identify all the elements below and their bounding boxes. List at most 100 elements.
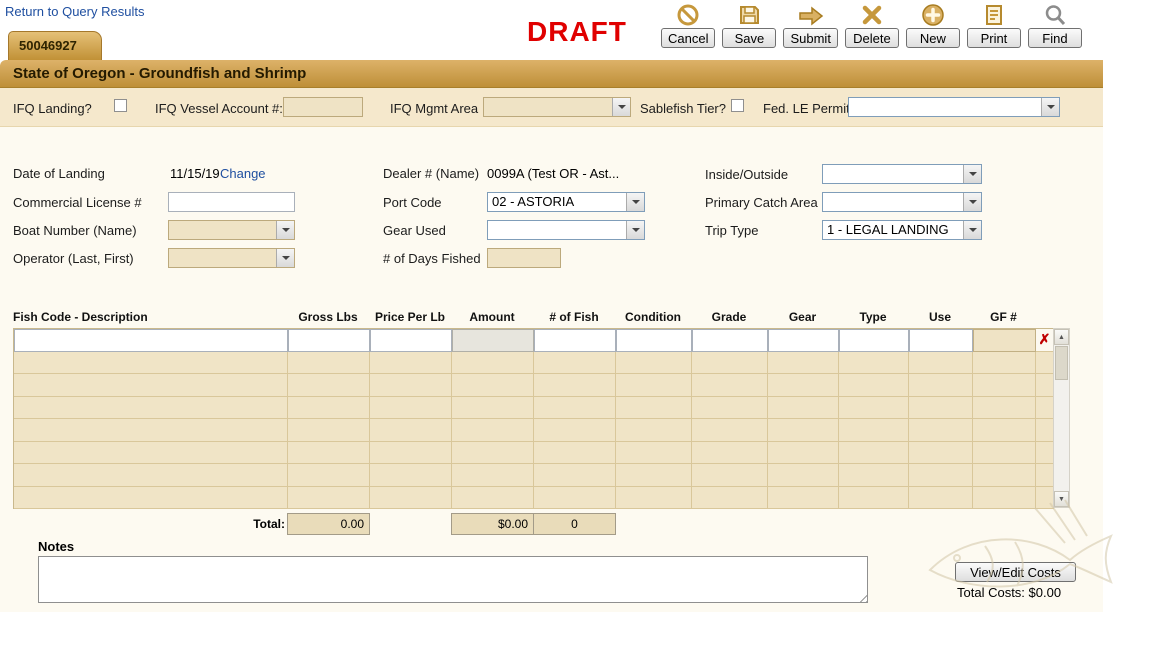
col-gear: Gear <box>767 307 838 327</box>
col-grade: Grade <box>691 307 767 327</box>
fed-le-permit-select[interactable] <box>848 97 1060 117</box>
ifq-vessel-account-label: IFQ Vessel Account #: <box>155 101 283 116</box>
cancel-icon <box>676 2 700 27</box>
ifq-mgmt-area-select <box>483 97 631 117</box>
fish-row-cell <box>1036 352 1054 375</box>
fish-row-cell[interactable] <box>14 329 288 352</box>
notes-textarea[interactable] <box>38 556 868 603</box>
scroll-up-icon[interactable]: ▲ <box>1054 329 1069 345</box>
table-scrollbar[interactable]: ▲ ▼ <box>1053 328 1070 508</box>
chevron-down-icon <box>1041 98 1059 116</box>
find-button[interactable]: Find <box>1028 28 1082 48</box>
fish-row-cell <box>288 464 370 487</box>
primary-catch-area-select[interactable] <box>822 192 982 212</box>
gear-used-select[interactable] <box>487 220 645 240</box>
col-gf-num: GF # <box>972 307 1035 327</box>
fish-row-cell <box>534 419 616 442</box>
fish-row-cell[interactable] <box>692 329 768 352</box>
fish-row-cell <box>692 397 768 420</box>
delete-button[interactable]: Delete <box>845 28 899 48</box>
fish-row-cell <box>1036 419 1054 442</box>
port-code-select[interactable]: 02 - ASTORIA <box>487 192 645 212</box>
toolbar-item-new: New <box>906 2 960 48</box>
trip-type-select[interactable]: 1 - LEGAL LANDING <box>822 220 982 240</box>
fish-row-cell <box>534 487 616 510</box>
sablefish-tier-checkbox[interactable] <box>731 99 744 112</box>
print-button[interactable]: Print <box>967 28 1021 48</box>
chevron-down-icon <box>963 221 981 239</box>
fish-ticket-page: State of Oregon - Groundfish and Shrimp … <box>0 0 1152 648</box>
scrollbar-thumb[interactable] <box>1055 346 1068 380</box>
fish-row-cell <box>692 374 768 397</box>
fish-row-cell <box>692 442 768 465</box>
fish-row-cell <box>534 464 616 487</box>
ifq-mgmt-area-label: IFQ Mgmt Area <box>390 101 478 116</box>
fish-row-cell <box>839 442 909 465</box>
total-amount: $0.00 <box>451 513 534 535</box>
fish-row-cell <box>370 374 452 397</box>
fish-row-cell <box>370 397 452 420</box>
fish-row-cell <box>973 374 1036 397</box>
cancel-button[interactable]: Cancel <box>661 28 715 48</box>
ifq-landing-checkbox[interactable] <box>114 99 127 112</box>
submit-button[interactable]: Submit <box>783 28 837 48</box>
fish-row-cell <box>909 487 973 510</box>
find-icon <box>1043 2 1067 27</box>
col-amount: Amount <box>451 307 533 327</box>
chevron-down-icon <box>963 193 981 211</box>
fish-row-cell <box>1036 487 1054 510</box>
total-costs-label: Total Costs: $0.00 <box>957 585 1061 600</box>
sablefish-tier-label: Sablefish Tier? <box>640 101 726 116</box>
fish-row-cell[interactable] <box>909 329 973 352</box>
date-of-landing-value: 11/15/19 <box>170 166 220 181</box>
fish-row-cell <box>14 464 288 487</box>
fish-row-cell <box>370 464 452 487</box>
delete-row-icon[interactable]: ✗ <box>1039 331 1051 347</box>
fish-row-cell <box>909 352 973 375</box>
fish-row-cell <box>288 374 370 397</box>
fish-row-cell <box>973 352 1036 375</box>
chevron-down-icon <box>626 193 644 211</box>
fish-row-cell[interactable] <box>839 329 909 352</box>
fish-row-cell[interactable] <box>288 329 370 352</box>
fish-row-cell <box>839 419 909 442</box>
fish-row-cell[interactable] <box>534 329 616 352</box>
commercial-license-input[interactable] <box>168 192 295 212</box>
form-title-bar: State of Oregon - Groundfish and Shrimp <box>0 60 1103 88</box>
inside-outside-select[interactable] <box>822 164 982 184</box>
trip-type-label: Trip Type <box>705 223 758 238</box>
return-to-query-results-link[interactable]: Return to Query Results <box>5 4 144 19</box>
fish-row-cell <box>973 419 1036 442</box>
chevron-down-icon <box>612 98 630 116</box>
fish-row-cell <box>768 487 839 510</box>
fish-row-cell <box>14 352 288 375</box>
fish-row-cell <box>452 329 534 352</box>
draft-status-label: DRAFT <box>527 16 627 48</box>
scroll-down-icon[interactable]: ▼ <box>1054 491 1069 507</box>
fish-row-cell <box>692 419 768 442</box>
chevron-down-icon <box>276 221 294 239</box>
notes-label: Notes <box>38 539 74 554</box>
fish-row-cell[interactable] <box>616 329 692 352</box>
fish-row-cell <box>370 419 452 442</box>
view-edit-costs-button[interactable]: View/Edit Costs <box>955 562 1076 582</box>
col-num-fish: # of Fish <box>533 307 615 327</box>
new-button[interactable]: New <box>906 28 960 48</box>
fish-row-cell <box>909 419 973 442</box>
save-button[interactable]: Save <box>722 28 776 48</box>
fish-row-cell[interactable] <box>768 329 839 352</box>
fish-row-cell <box>839 374 909 397</box>
change-date-link[interactable]: Change <box>220 166 266 181</box>
fish-row-cell <box>768 419 839 442</box>
ticket-number-tab[interactable]: 50046927 <box>8 31 102 60</box>
port-code-label: Port Code <box>383 195 442 210</box>
fish-row-cell[interactable] <box>370 329 452 352</box>
fish-row-cell <box>370 487 452 510</box>
fish-row-cell <box>534 352 616 375</box>
page-title: State of Oregon - Groundfish and Shrimp <box>13 65 306 82</box>
fish-row-cell <box>616 419 692 442</box>
chevron-down-icon <box>276 249 294 267</box>
fish-row-cell <box>14 419 288 442</box>
fish-row-cell <box>768 352 839 375</box>
fish-row-cell <box>692 352 768 375</box>
